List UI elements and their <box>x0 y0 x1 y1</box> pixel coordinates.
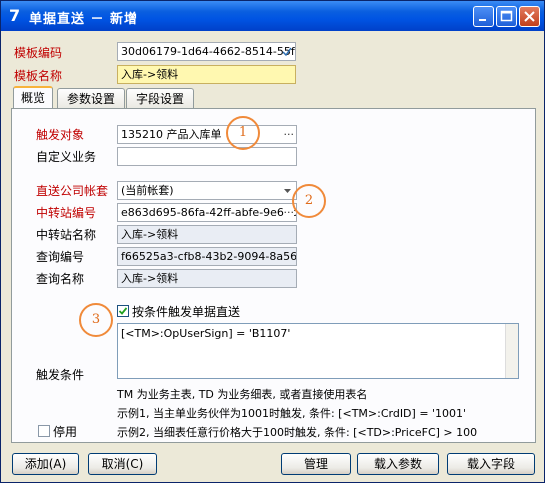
minimize-button[interactable] <box>473 6 494 27</box>
add-button[interactable]: 添加(A) <box>12 453 79 475</box>
minimize-icon <box>479 19 486 21</box>
custom-business-label: 自定义业务 <box>36 150 97 164</box>
condition-value: [<TM>:OpUserSign] = 'B1107' <box>121 327 291 340</box>
target-account-combobox[interactable]: (当前帐套) <box>117 181 297 200</box>
template-name-label: 模板名称 <box>14 69 63 83</box>
annotation-circle-3: 3 <box>79 303 113 337</box>
trigger-object-field[interactable]: 135210 产品入库单 ··· <box>117 125 297 144</box>
check-icon <box>282 47 292 57</box>
disable-checkbox[interactable] <box>38 425 50 437</box>
query-code-field: f66525a3-cfb8-43b2-9094-8a56f460 <box>117 247 297 266</box>
tab-control: 概览 参数设置 字段设置 触发对象 135210 产品入库单 ··· 自定义业务… <box>11 86 536 443</box>
tab-overview[interactable]: 概览 <box>13 86 53 109</box>
cancel-button[interactable]: 取消(C) <box>88 453 157 475</box>
condition-label: 触发条件 <box>36 368 85 382</box>
relay-name-field: 入库->领料 <box>117 225 297 244</box>
load-fields-button[interactable]: 载入字段 <box>447 453 535 475</box>
template-name-field[interactable]: 入库->领料 <box>117 65 296 84</box>
dialog-window: 7 单据直送 － 新增 模板编码 30d06179-1d64-4662-8514… <box>0 0 545 483</box>
relay-name-value: 入库->领料 <box>121 228 179 241</box>
window-title: 单据直送 － 新增 <box>29 12 139 27</box>
tab-parameter-settings[interactable]: 参数设置 <box>57 88 125 109</box>
trigger-object-label: 触发对象 <box>36 128 85 142</box>
more-icon[interactable]: ··· <box>284 126 295 143</box>
relay-name-label: 中转站名称 <box>36 228 97 242</box>
close-button[interactable] <box>519 6 540 27</box>
query-code-value: f66525a3-cfb8-43b2-9094-8a56f460 <box>121 250 297 263</box>
query-code-label: 查询编号 <box>36 250 85 264</box>
app-icon: 7 <box>9 6 21 25</box>
target-account-label: 直送公司帐套 <box>36 184 109 198</box>
maximize-button[interactable] <box>496 6 517 27</box>
disable-label[interactable]: 停用 <box>53 423 77 440</box>
relay-code-label: 中转站编号 <box>36 206 97 220</box>
query-name-field: 入库->领料 <box>117 269 297 288</box>
annotation-circle-2: 2 <box>292 184 326 218</box>
target-account-value: (当前帐套) <box>121 184 174 197</box>
close-icon <box>524 11 535 22</box>
checkmark-icon <box>118 307 128 315</box>
query-name-label: 查询名称 <box>36 272 85 286</box>
load-parameters-button[interactable]: 载入参数 <box>357 453 439 475</box>
relay-code-value: e863d695-86fa-42ff-abfe-9e69b <box>121 206 297 219</box>
title-bar[interactable]: 7 单据直送 － 新增 <box>1 1 544 31</box>
textarea-scrollbar[interactable] <box>505 324 518 378</box>
query-name-value: 入库->领料 <box>121 272 179 285</box>
template-code-field[interactable]: 30d06179-1d64-4662-8514-55f2 <box>117 42 296 61</box>
template-code-value: 30d06179-1d64-4662-8514-55f2 <box>121 45 296 58</box>
template-name-value: 入库->领料 <box>121 68 179 81</box>
condition-textarea[interactable]: [<TM>:OpUserSign] = 'B1107' <box>117 323 519 379</box>
relay-code-field[interactable]: e863d695-86fa-42ff-abfe-9e69b ··· <box>117 203 297 222</box>
annotation-circle-1: 1 <box>226 116 260 150</box>
maximize-icon <box>500 10 513 22</box>
template-code-label: 模板编码 <box>14 46 63 60</box>
condition-checkbox-label[interactable]: 按条件触发单据直送 <box>132 303 240 320</box>
trigger-object-value: 135210 产品入库单 <box>121 128 222 141</box>
custom-business-field[interactable] <box>117 147 297 166</box>
manage-button[interactable]: 管理 <box>281 453 351 475</box>
condition-trigger-checkbox[interactable] <box>117 305 129 317</box>
overview-panel: 触发对象 135210 产品入库单 ··· 自定义业务 直送公司帐套 (当前帐套… <box>11 108 536 443</box>
hint-line-1: TM 为业务主表, TD 为业务细表, 或者直接使用表名 <box>117 388 368 401</box>
hint-line-2: 示例1, 当主单业务伙伴为1001时触发, 条件: [<TM>:CrdID] =… <box>117 407 467 420</box>
hint-line-3: 示例2, 当细表任意行价格大于100时触发, 条件: [<TD>:PriceFC… <box>117 426 478 439</box>
tab-field-settings[interactable]: 字段设置 <box>126 88 194 109</box>
